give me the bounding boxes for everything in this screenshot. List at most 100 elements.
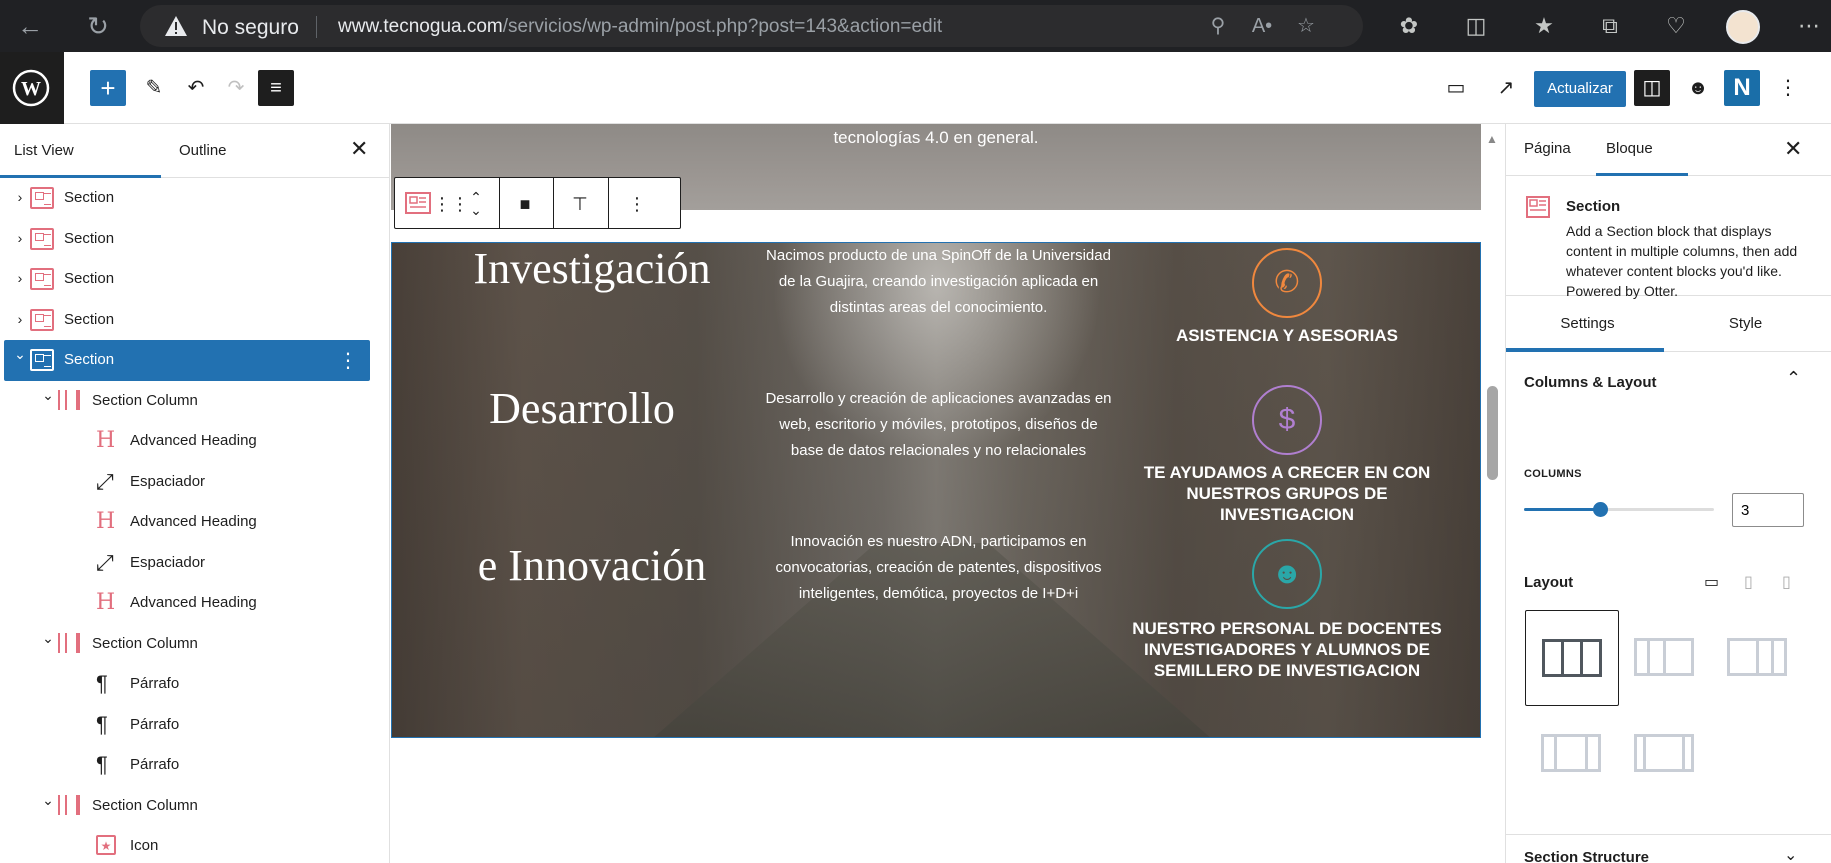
document-overview-button[interactable]: ≡ <box>258 70 294 106</box>
wordpress-logo[interactable]: W <box>0 52 64 124</box>
read-aloud-icon[interactable]: A• <box>1250 14 1274 38</box>
tab-settings[interactable]: Settings <box>1506 315 1669 332</box>
list-view-item[interactable]: H Advanced Heading <box>0 421 389 462</box>
section-structure-panel[interactable]: Section Structure ⌄ <box>1506 834 1831 863</box>
user-icon[interactable]: ☻ <box>1252 539 1322 609</box>
collections-icon[interactable]: ⧉ <box>1596 12 1624 40</box>
dollar-icon[interactable]: $ <box>1252 385 1322 455</box>
list-view-item[interactable]: › Section <box>0 219 389 260</box>
tab-block[interactable]: Bloque <box>1606 140 1653 157</box>
panel-columns-layout-title[interactable]: Columns & Layout <box>1524 374 1657 391</box>
list-view-item[interactable]: ⌄ Section Column <box>0 786 389 827</box>
paragraph-innovacion[interactable]: Innovación es nuestro ADN, participamos … <box>761 529 1116 607</box>
list-view-item[interactable]: ★ Icon <box>0 826 389 863</box>
previous-section-text[interactable]: tecnologías 4.0 en general. <box>391 128 1481 148</box>
list-view-item[interactable]: ⤢ Espaciador <box>0 543 389 584</box>
columns-slider-thumb[interactable] <box>1593 502 1608 517</box>
update-button[interactable]: Actualizar <box>1534 71 1626 107</box>
close-sidebar-icon[interactable]: ✕ <box>1784 136 1802 162</box>
settings-toggle-button[interactable]: ◫ <box>1634 70 1670 106</box>
list-view-item[interactable]: H Advanced Heading <box>0 583 389 624</box>
columns-slider[interactable] <box>1524 502 1714 517</box>
move-up-down-icon[interactable]: ⌃ ⌄ <box>463 190 489 217</box>
plugin-penguin-icon[interactable]: ☻ <box>1680 70 1716 106</box>
add-block-button[interactable]: + <box>90 70 126 106</box>
mobile-icon[interactable]: ▯ <box>1782 572 1791 592</box>
layout-option-right-wide[interactable] <box>1711 610 1805 706</box>
favorite-star-icon[interactable]: ☆ <box>1294 14 1318 38</box>
list-view-item[interactable]: ⌄ Section Column <box>0 381 389 422</box>
heading-innovacion[interactable]: e Innovación <box>392 540 792 591</box>
feature-personal[interactable]: NUESTRO PERSONAL DE DOCENTES INVESTIGADO… <box>1117 618 1457 681</box>
scroll-up-icon[interactable]: ▲ <box>1486 132 1498 146</box>
block-options-icon[interactable]: ⋮ <box>624 191 650 217</box>
list-view-item[interactable]: › Section <box>0 178 389 219</box>
chevron-right-icon[interactable]: › <box>14 311 26 327</box>
section-block-icon[interactable] <box>405 192 431 214</box>
feature-asistencia[interactable]: ASISTENCIA Y ASESORIAS <box>1117 325 1457 346</box>
browser-essentials-icon[interactable]: ♡ <box>1662 12 1690 40</box>
layout-option-wide-center[interactable] <box>1618 706 1712 802</box>
feature-crecer[interactable]: TE AYUDAMOS A CRECER EN CON NUESTROS GRU… <box>1117 462 1457 525</box>
chevron-right-icon[interactable]: › <box>14 189 26 205</box>
layout-option-equal[interactable] <box>1525 610 1619 706</box>
address-bar[interactable]: No seguro www.tecnogua.com/servicios/wp-… <box>140 5 1363 47</box>
zoom-icon[interactable]: ⚲ <box>1206 14 1230 38</box>
list-view-item[interactable]: H Advanced Heading <box>0 502 389 543</box>
list-view-item[interactable]: ¶ Párrafo <box>0 705 389 746</box>
plugin-n-icon[interactable]: N <box>1724 70 1760 106</box>
split-screen-icon[interactable]: ◫ <box>1462 12 1490 40</box>
paragraph-desarrollo[interactable]: Desarrollo y creación de aplicaciones av… <box>761 386 1116 464</box>
chevron-right-icon[interactable]: › <box>14 270 26 286</box>
section-structure-title[interactable]: Section Structure <box>1524 849 1649 863</box>
heading-investigacion[interactable]: Investigación <box>392 243 792 294</box>
list-view-item[interactable]: › Section <box>0 300 389 341</box>
desktop-icon[interactable]: ▭ <box>1704 572 1719 592</box>
favorites-icon[interactable]: ★ <box>1530 12 1558 40</box>
item-options-icon[interactable]: ⋮ <box>338 348 358 373</box>
list-view-item[interactable]: ¶ Párrafo <box>0 664 389 705</box>
tools-pencil-icon[interactable]: ✎ <box>136 70 172 106</box>
chevron-down-icon[interactable]: ⌄ <box>42 792 54 809</box>
url-text[interactable]: www.tecnogua.com/servicios/wp-admin/post… <box>338 16 942 38</box>
canvas-scroll-thumb[interactable] <box>1487 386 1498 480</box>
back-icon[interactable]: ← <box>14 10 46 42</box>
tab-list-view[interactable]: List View <box>14 142 74 159</box>
redo-icon[interactable]: ↷ <box>218 70 254 106</box>
tab-outline[interactable]: Outline <box>179 142 227 159</box>
selected-section-block[interactable]: Investigación Desarrollo e Innovación Na… <box>391 242 1481 738</box>
options-kebab-icon[interactable]: ⋮ <box>1770 70 1806 106</box>
columns-input[interactable] <box>1732 493 1804 527</box>
drag-handle-icon[interactable]: ⋮⋮ <box>433 191 469 217</box>
heading-desarrollo[interactable]: Desarrollo <box>392 383 782 434</box>
security-label[interactable]: No seguro <box>202 16 299 40</box>
phone-support-icon[interactable]: ✆ <box>1252 248 1322 318</box>
list-view-item[interactable]: ⤢ Espaciador <box>0 462 389 503</box>
tab-style[interactable]: Style <box>1664 315 1827 332</box>
chevron-down-icon[interactable]: ⌄ <box>42 387 54 404</box>
layout-option-center-wide[interactable] <box>1525 706 1619 802</box>
block-width-icon[interactable]: ■ <box>512 191 538 217</box>
more-menu-icon[interactable]: ⋯ <box>1795 12 1823 40</box>
reload-icon[interactable]: ↻ <box>82 10 114 42</box>
extensions-icon[interactable]: ✿ <box>1395 12 1423 40</box>
chevron-up-icon[interactable]: ⌃ <box>1786 368 1801 389</box>
view-post-icon[interactable]: ↗ <box>1488 70 1524 106</box>
list-view-item[interactable]: › Section <box>0 259 389 300</box>
chevron-right-icon[interactable]: › <box>14 230 26 246</box>
paragraph-spinoff[interactable]: Nacimos producto de una SpinOff de la Un… <box>761 243 1116 321</box>
preview-device-icon[interactable]: ▭ <box>1438 70 1474 106</box>
tab-page[interactable]: Página <box>1524 140 1571 157</box>
chevron-down-icon[interactable]: ⌄ <box>1784 845 1797 863</box>
list-view-item[interactable]: ⌄ Section Column <box>0 624 389 665</box>
list-view-item[interactable]: ⌄ Section ⋮ <box>4 340 370 381</box>
chevron-down-icon[interactable]: ⌄ <box>42 630 54 647</box>
undo-icon[interactable]: ↶ <box>178 70 214 106</box>
tablet-icon[interactable]: ▯ <box>1744 572 1753 592</box>
chevron-down-icon[interactable]: ⌄ <box>14 346 26 363</box>
layout-option-left-wide[interactable] <box>1618 610 1712 706</box>
vertical-align-top-icon[interactable]: ⊤ <box>567 191 593 217</box>
profile-avatar[interactable] <box>1726 10 1760 44</box>
canvas-scrollbar[interactable] <box>1486 124 1505 863</box>
close-icon[interactable]: ✕ <box>350 136 368 162</box>
